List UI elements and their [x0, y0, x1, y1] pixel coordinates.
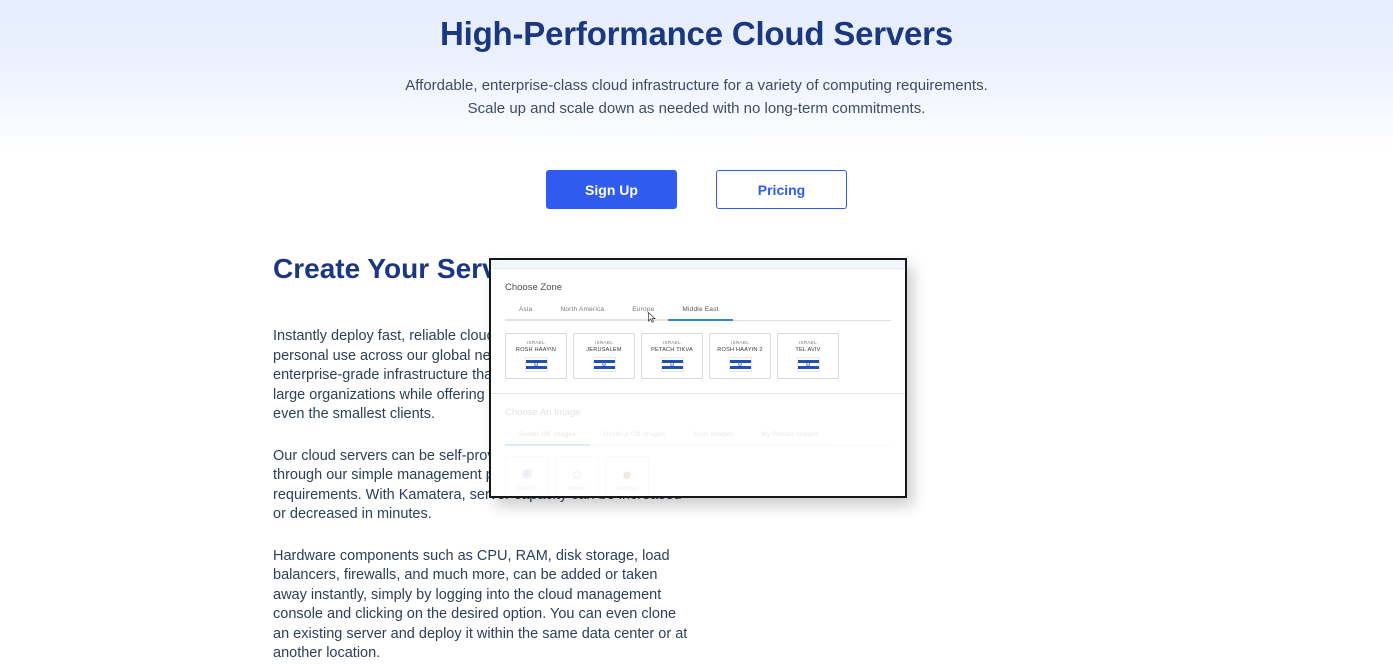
- hero-subtitle-line-2: Scale up and scale down as needed with n…: [467, 100, 926, 117]
- israel-flag-icon: ✡: [728, 357, 752, 372]
- features-section: Create Your Servers in Minutes Instantly…: [0, 252, 1393, 664]
- zone-card-tel-aviv[interactable]: ISRAEL TEL AVIV ✡: [777, 333, 839, 379]
- zone-card-rosh-haayin-2[interactable]: ISRAEL ROSH HAAYIN 2 ✡: [709, 333, 771, 379]
- tab-desktop-os-images[interactable]: Desktop OS Images: [589, 431, 680, 446]
- paragraph-3: Hardware components such as CPU, RAM, di…: [273, 547, 688, 662]
- choose-zone-card: Choose Zone Asia North America Europe Mi…: [491, 269, 905, 394]
- os-image-label: FreeBSD: [615, 486, 639, 492]
- zone-city: ROSH HAAYIN: [515, 347, 557, 353]
- freebsd-logo-icon: ●: [621, 465, 633, 484]
- hero-subtitle-line-1: Affordable, enterprise-class cloud infra…: [405, 77, 988, 94]
- hero-section: High-Performance Cloud Servers Affordabl…: [0, 0, 1393, 209]
- zone-card-petach-tikva[interactable]: ISRAEL PETACH TIKVA ✡: [641, 333, 703, 379]
- app-screenshot-panel: Choose Zone Asia North America Europe Mi…: [489, 258, 907, 498]
- israel-flag-icon: ✡: [524, 357, 548, 372]
- zone-card-grid: ISRAEL ROSH HAAYIN ✡ ISRAEL JERUSALEM ✡: [505, 321, 891, 393]
- zone-city: PETACH TIKVA: [651, 347, 693, 353]
- israel-flag-icon: ✡: [796, 357, 820, 372]
- zone-region-tabs: Asia North America Europe Middle East: [505, 306, 891, 323]
- israel-flag-icon: ✡: [660, 357, 684, 372]
- choose-image-title: Choose An Image: [505, 407, 581, 418]
- zone-card-jerusalem[interactable]: ISRAEL JERUSALEM ✡: [573, 333, 635, 379]
- tab-europe[interactable]: Europe: [618, 306, 669, 321]
- os-image-label: CentOS: [517, 486, 537, 492]
- pricing-button[interactable]: Pricing: [716, 170, 847, 209]
- choose-image-card: Choose An Image Server OS Images Desktop…: [491, 394, 905, 496]
- image-category-tabs: Server OS Images Desktop OS Images Apps …: [505, 431, 891, 446]
- sign-up-button[interactable]: Sign Up: [546, 170, 677, 209]
- tab-asia[interactable]: Asia: [505, 306, 547, 321]
- os-image-grid: ✸ CentOS ○ Debian ● FreeBSD: [505, 446, 891, 496]
- choose-zone-title: Choose Zone: [505, 282, 563, 293]
- os-image-centos[interactable]: ✸ CentOS: [505, 456, 549, 496]
- zone-city: ROSH HAAYIN 2: [717, 347, 763, 353]
- tab-middle-east[interactable]: Middle East: [668, 306, 733, 321]
- page-title: High-Performance Cloud Servers: [440, 15, 953, 52]
- zone-card-rosh-haayin[interactable]: ISRAEL ROSH HAAYIN ✡: [505, 333, 567, 379]
- app-window-top-strip: [491, 260, 905, 269]
- tab-server-os-images[interactable]: Server OS Images: [505, 431, 590, 446]
- tab-apps-images[interactable]: Apps Images: [679, 431, 748, 446]
- cta-button-row: Sign Up Pricing: [0, 170, 1393, 209]
- zone-city: JERUSALEM: [586, 347, 622, 353]
- tab-my-private-images[interactable]: My Private Images: [747, 431, 833, 446]
- centos-logo-icon: ✸: [519, 465, 535, 484]
- os-image-debian[interactable]: ○ Debian: [555, 456, 599, 496]
- tab-north-america[interactable]: North America: [546, 306, 619, 321]
- os-image-freebsd[interactable]: ● FreeBSD: [605, 456, 649, 496]
- debian-logo-icon: ○: [571, 465, 583, 484]
- israel-flag-icon: ✡: [592, 357, 616, 372]
- zone-city: TEL AVIV: [795, 347, 821, 353]
- os-image-label: Debian: [568, 486, 586, 492]
- hero-subtitle: Affordable, enterprise-class cloud infra…: [0, 74, 1393, 120]
- page-root: High-Performance Cloud Servers Affordabl…: [0, 0, 1393, 664]
